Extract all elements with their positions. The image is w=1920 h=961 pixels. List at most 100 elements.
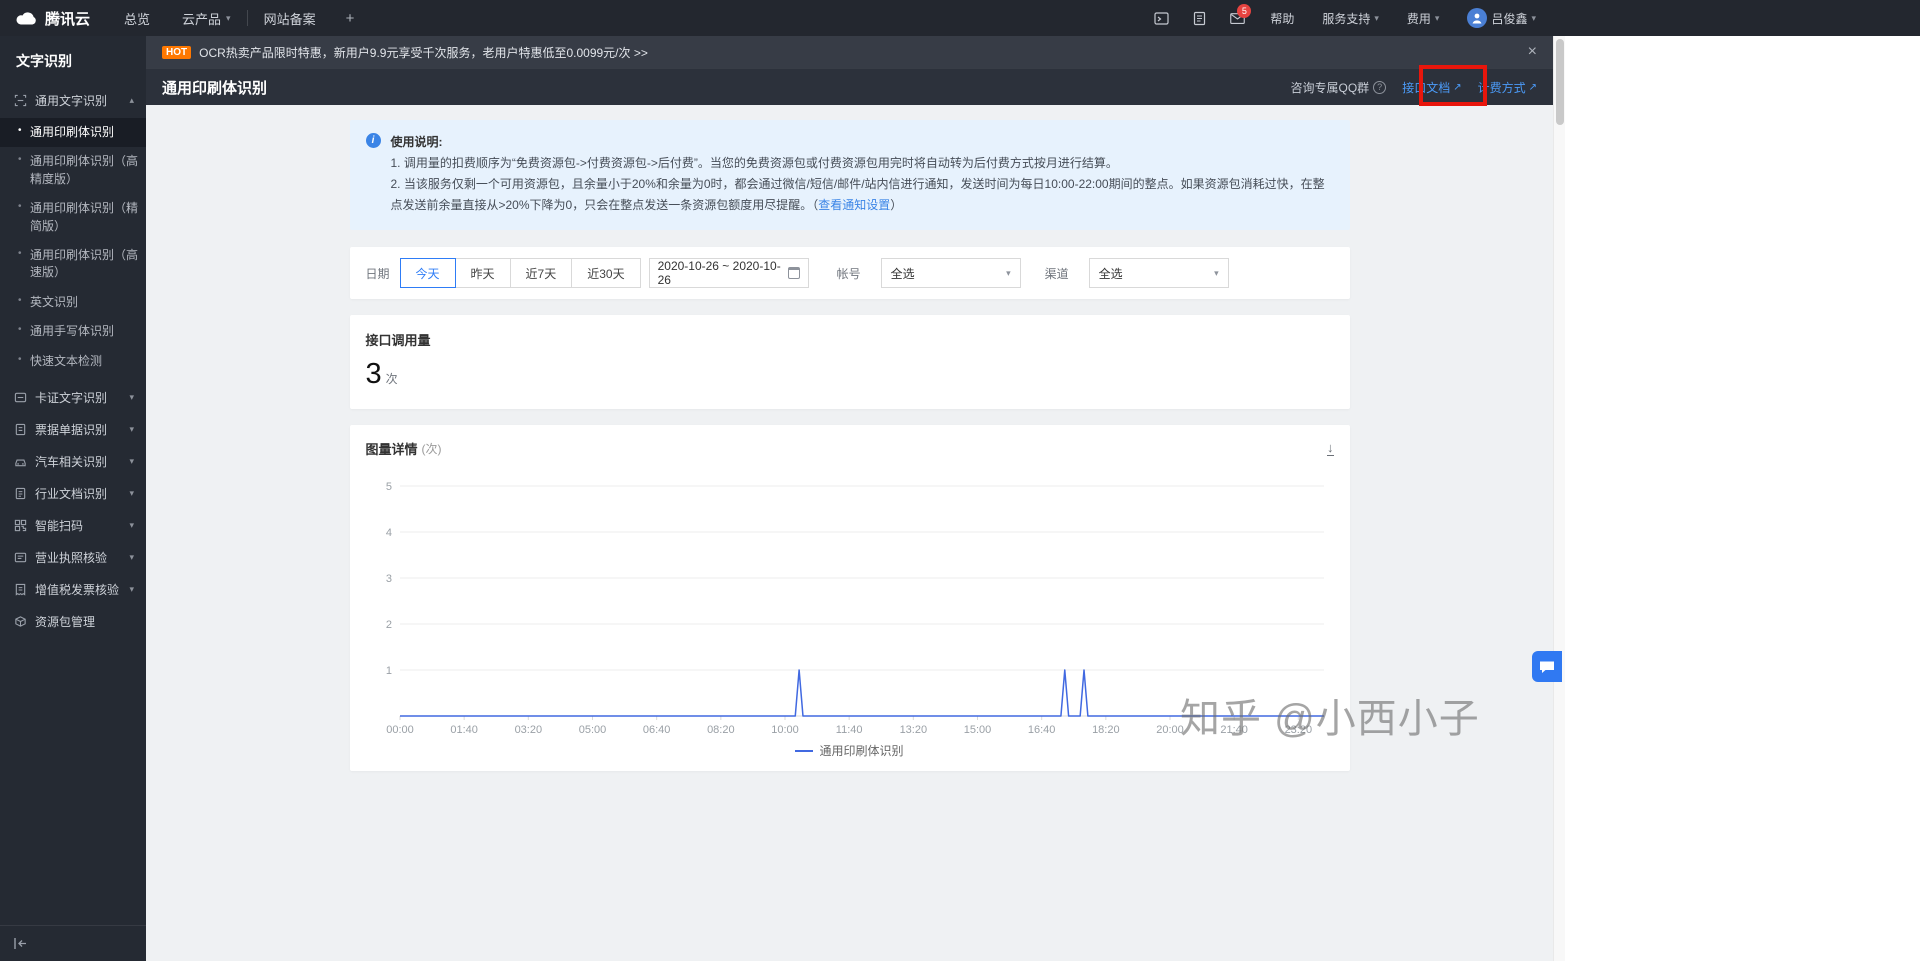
brand-label: 腾讯云 bbox=[45, 10, 91, 28]
topnav-left: 腾讯云 总览 云产品 ▾ 网站备案 + bbox=[0, 0, 368, 36]
info-icon: i bbox=[365, 133, 381, 148]
brand[interactable]: 腾讯云 bbox=[0, 8, 108, 29]
chevron-down-icon: ▾ bbox=[129, 392, 134, 403]
right-empty-area bbox=[1565, 36, 1920, 961]
chevron-down-icon: ▾ bbox=[1374, 12, 1379, 23]
chevron-down-icon: ▾ bbox=[226, 12, 231, 23]
user-name: 吕俊鑫 bbox=[1491, 11, 1528, 26]
chevron-down-icon: ▾ bbox=[1434, 12, 1440, 23]
download-icon[interactable]: ↓ bbox=[1327, 441, 1334, 456]
nav-item-products[interactable]: 云产品 ▾ bbox=[166, 0, 247, 36]
sidebar-group-industry-doc-ocr[interactable]: 行业文档识别 ▾ bbox=[0, 478, 146, 510]
account-label: 帐号 bbox=[836, 266, 861, 281]
svg-text:05:00: 05:00 bbox=[578, 724, 606, 736]
svg-text:00:00: 00:00 bbox=[386, 724, 414, 736]
chevron-down-icon: ▾ bbox=[129, 584, 134, 595]
sidebar-group-general-ocr[interactable]: 通用文字识别 ▴ bbox=[0, 84, 146, 116]
support-menu[interactable]: 服务支持 ▾ bbox=[1310, 0, 1391, 36]
chart-title: 图量详情 bbox=[365, 442, 418, 457]
sidebar-group-resource-packs[interactable]: 资源包管理 bbox=[0, 606, 146, 638]
svg-text:18:20: 18:20 bbox=[1092, 724, 1120, 736]
sidebar-item-general-print-ocr-lite[interactable]: 通用印刷体识别（精简版） bbox=[0, 194, 146, 241]
invoice-icon bbox=[15, 584, 26, 597]
date-range-input[interactable]: 2020-10-26 ~ 2020-10-26 bbox=[648, 258, 809, 288]
sidebar-group-smart-scan[interactable]: 智能扫码 ▾ bbox=[0, 510, 146, 542]
vertical-scrollbar[interactable] bbox=[1553, 36, 1565, 961]
console-icon[interactable] bbox=[1144, 0, 1178, 36]
account-select[interactable]: 全选 ▾ bbox=[880, 258, 1021, 288]
svg-text:01:40: 01:40 bbox=[450, 724, 478, 736]
external-link-icon: ↗ bbox=[1528, 81, 1537, 93]
nav-tab-beian[interactable]: 网站备案 bbox=[248, 0, 332, 36]
channel-label: 渠道 bbox=[1044, 266, 1069, 281]
mail-icon[interactable]: 5 bbox=[1220, 0, 1254, 36]
scrollbar-thumb[interactable] bbox=[1556, 39, 1564, 125]
receipt-icon bbox=[15, 424, 26, 436]
range-30d-button[interactable]: 近30天 bbox=[571, 258, 641, 288]
help-link[interactable]: 帮助 bbox=[1258, 0, 1306, 36]
sidebar-item-handwriting-ocr[interactable]: 通用手写体识别 bbox=[0, 317, 146, 346]
chat-support-button[interactable] bbox=[1532, 651, 1562, 682]
qr-code-icon bbox=[14, 520, 27, 532]
svg-text:03:20: 03:20 bbox=[514, 724, 542, 736]
billing-menu[interactable]: 费用 ▾ bbox=[1395, 0, 1452, 36]
hot-badge: HOT bbox=[162, 45, 192, 59]
channel-select[interactable]: 全选 ▾ bbox=[1088, 258, 1229, 288]
main: HOT OCR热卖产品限时特惠，新用户9.9元享受千次服务，老用户特惠低至0.0… bbox=[146, 36, 1553, 961]
docs-icon[interactable] bbox=[1182, 0, 1216, 36]
sidebar-collapse-button[interactable] bbox=[0, 925, 146, 961]
page-header: 通用印刷体识别 咨询专属QQ群 ? 接口文档 ↗ 计费方式 ↗ bbox=[146, 68, 1553, 105]
svg-text:20:00: 20:00 bbox=[1156, 724, 1184, 736]
sidebar-group-card-ocr[interactable]: 卡证文字识别 ▾ bbox=[0, 382, 146, 414]
sidebar-submenu: 通用印刷体识别 通用印刷体识别（高精度版） 通用印刷体识别（精简版） 通用印刷体… bbox=[0, 116, 146, 382]
mail-badge: 5 bbox=[1237, 4, 1252, 18]
sidebar-item-general-print-ocr[interactable]: 通用印刷体识别 bbox=[0, 118, 146, 148]
chart-legend[interactable]: 通用印刷体识别 bbox=[366, 742, 1334, 759]
date-label: 日期 bbox=[365, 266, 390, 281]
header-actions: 咨询专属QQ群 ? 接口文档 ↗ 计费方式 ↗ bbox=[1291, 79, 1537, 96]
notification-settings-link[interactable]: 查看通知设置 bbox=[818, 198, 890, 212]
page-title: 通用印刷体识别 bbox=[162, 79, 268, 97]
sidebar-item-fast-text-detect[interactable]: 快速文本检测 bbox=[0, 347, 146, 376]
qq-group-link[interactable]: 咨询专属QQ群 ? bbox=[1291, 79, 1387, 96]
svg-text:08:20: 08:20 bbox=[707, 724, 735, 736]
billing-mode-link[interactable]: 计费方式 ↗ bbox=[1478, 79, 1537, 96]
promo-banner: HOT OCR热卖产品限时特惠，新用户9.9元享受千次服务，老用户特惠低至0.0… bbox=[146, 36, 1553, 68]
avatar bbox=[1467, 8, 1488, 28]
sidebar-group-vat-invoice[interactable]: 增值税发票核验 ▾ bbox=[0, 574, 146, 606]
svg-text:06:40: 06:40 bbox=[642, 724, 670, 736]
chart-unit: (次) bbox=[421, 442, 442, 456]
filter-bar: 日期 今天 昨天 近7天 近30天 2020-10-26 ~ 2020-10-2… bbox=[349, 247, 1350, 299]
chevron-down-icon: ▾ bbox=[1531, 12, 1536, 23]
api-calls-value: 3 bbox=[365, 358, 382, 390]
svg-text:23:20: 23:20 bbox=[1284, 724, 1312, 736]
collapse-sidebar-icon bbox=[14, 938, 26, 949]
sidebar-group-business-license[interactable]: 营业执照核验 ▾ bbox=[0, 542, 146, 574]
sidebar-group-receipt-ocr[interactable]: 票据单据识别 ▾ bbox=[0, 414, 146, 446]
range-today-button[interactable]: 今天 bbox=[399, 258, 456, 288]
api-calls-card: 接口调用量 3 次 bbox=[349, 315, 1350, 409]
sidebar-item-general-print-ocr-fast[interactable]: 通用印刷体识别（高速版） bbox=[0, 241, 146, 288]
add-tab-button[interactable]: + bbox=[332, 10, 369, 27]
svg-text:10:00: 10:00 bbox=[771, 724, 799, 736]
promo-text[interactable]: OCR热卖产品限时特惠，新用户9.9元享受千次服务，老用户特惠低至0.0099元… bbox=[199, 44, 648, 61]
range-yesterday-button[interactable]: 昨天 bbox=[454, 258, 511, 288]
svg-text:13:20: 13:20 bbox=[899, 724, 927, 736]
sidebar-title: 文字识别 bbox=[16, 53, 72, 69]
chevron-down-icon: ▾ bbox=[129, 424, 134, 435]
chevron-down-icon: ▾ bbox=[129, 456, 134, 467]
sidebar-item-english-ocr[interactable]: 英文识别 bbox=[0, 288, 146, 317]
legend-label: 通用印刷体识别 bbox=[819, 744, 904, 758]
page: 腾讯云 总览 云产品 ▾ 网站备案 + 5 帮助 服务支持 ▾ 费用 ▾ 吕俊鑫… bbox=[0, 0, 1920, 961]
api-docs-link[interactable]: 接口文档 ↗ bbox=[1402, 79, 1461, 96]
svg-text:4: 4 bbox=[385, 527, 391, 539]
close-icon[interactable]: × bbox=[1528, 44, 1537, 60]
sidebar-item-general-print-ocr-accurate[interactable]: 通用印刷体识别（高精度版） bbox=[0, 147, 146, 194]
nav-item-overview[interactable]: 总览 bbox=[108, 0, 166, 36]
sidebar-group-vehicle-ocr[interactable]: 汽车相关识别 ▾ bbox=[0, 446, 146, 478]
api-calls-unit: 次 bbox=[385, 372, 398, 386]
user-menu[interactable]: 吕俊鑫 ▾ bbox=[1455, 0, 1548, 36]
range-7d-button[interactable]: 近7天 bbox=[509, 258, 573, 288]
chevron-down-icon: ▾ bbox=[1214, 267, 1219, 278]
chevron-down-icon: ▾ bbox=[129, 552, 134, 563]
